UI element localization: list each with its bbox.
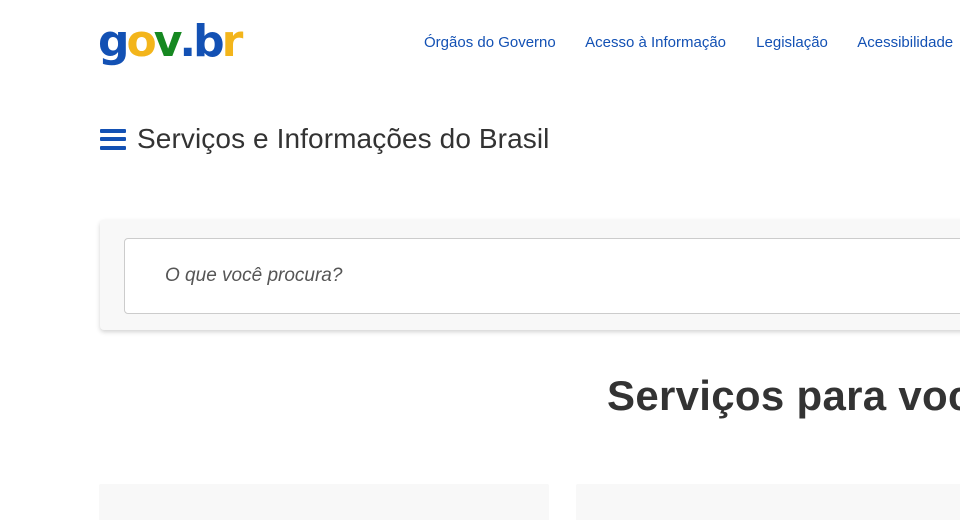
logo-letter-dot: .	[179, 16, 196, 67]
site-title: Serviços e Informações do Brasil	[137, 123, 550, 154]
logo-letter-v: v	[153, 16, 183, 67]
logo-letter-r: r	[221, 16, 244, 67]
nav-link-acesso-a-informacao[interactable]: Acesso à Informação	[585, 34, 726, 51]
section-heading: Serviços para você	[607, 372, 960, 419]
search-panel	[100, 220, 960, 330]
top-nav: Órgãos do Governo Acesso à Informação Le…	[424, 33, 960, 53]
site-title-bar: Serviços e Informações do Brasil	[100, 122, 549, 156]
hamburger-menu-icon[interactable]	[100, 128, 126, 150]
nav-link-orgaos-do-governo[interactable]: Órgãos do Governo	[424, 34, 556, 51]
nav-link-acessibilidade[interactable]: Acessibilidade	[857, 34, 953, 51]
search-input[interactable]	[124, 238, 960, 314]
nav-link-legislacao[interactable]: Legislação	[756, 34, 828, 51]
service-card[interactable]	[576, 484, 960, 520]
govbr-logo[interactable]: gov.br	[98, 12, 244, 72]
page: gov.br Órgãos do Governo Acesso à Inform…	[0, 0, 960, 520]
logo-letter-b: b	[193, 16, 224, 67]
logo-letter-o: o	[126, 16, 157, 67]
logo-letter-g: g	[98, 16, 129, 67]
service-card[interactable]	[99, 484, 549, 520]
